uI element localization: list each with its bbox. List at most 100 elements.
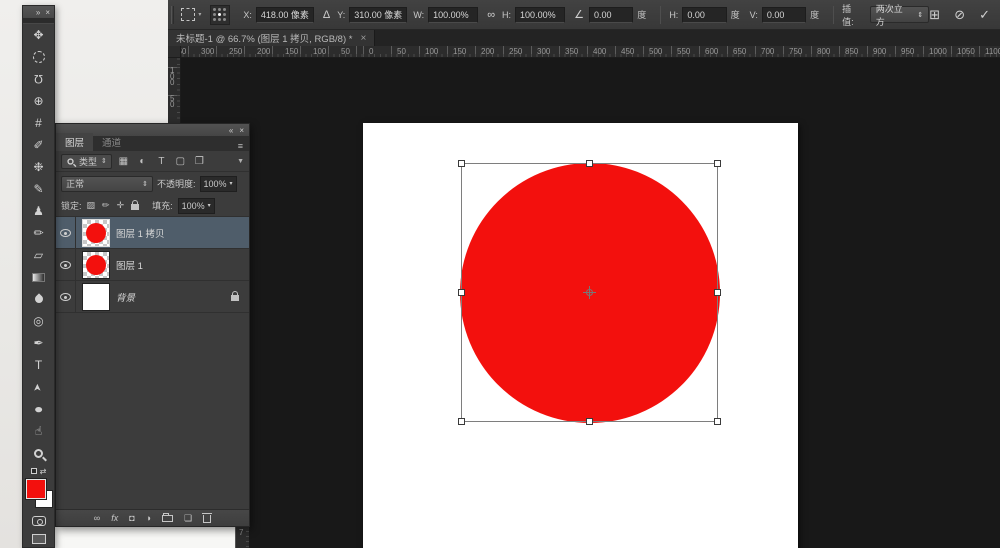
blend-mode-select[interactable]: 正常 ⇕	[61, 176, 153, 192]
y-input[interactable]: 310.00 像素	[349, 7, 407, 23]
filter-pixel-layers-icon[interactable]: ▦	[117, 156, 130, 167]
maintain-aspect-ratio-icon[interactable]: ∞	[487, 9, 495, 21]
relative-position-icon[interactable]: Δ	[323, 9, 330, 21]
swap-colors-icon[interactable]: ⇄	[40, 467, 47, 476]
transform-handle-middle-right[interactable]	[714, 289, 721, 296]
quick-selection-tool[interactable]: ⊕	[23, 90, 54, 112]
layer-thumbnail[interactable]	[83, 284, 109, 310]
transform-handle-bottom-left[interactable]	[458, 418, 465, 425]
layer-filter-row: 类型 ⇕ ▦ ◐ T ▢ ❐ ▼	[56, 151, 249, 172]
layer-visibility-toggle[interactable]	[56, 281, 76, 313]
transform-reference-point[interactable]	[586, 289, 593, 296]
ellipse-tool[interactable]: ●	[23, 398, 54, 420]
tab-layers[interactable]: 图层	[56, 133, 93, 151]
link-layers-icon[interactable]: ∞	[94, 513, 100, 523]
tool-preset-dropdown-icon[interactable]: ▾	[198, 11, 201, 18]
eye-icon	[60, 229, 71, 237]
panel-close-icon[interactable]: ×	[45, 8, 50, 17]
zoom-tool[interactable]	[23, 442, 54, 464]
hskew-input[interactable]: 0.00	[682, 7, 726, 23]
width-input[interactable]: 100.00%	[428, 7, 478, 23]
layer-row[interactable]: 背景	[56, 281, 249, 313]
fill-select[interactable]: 100% ▾	[178, 198, 215, 214]
transform-handle-bottom-right[interactable]	[714, 418, 721, 425]
hand-tool[interactable]: ☝	[23, 420, 54, 442]
clone-stamp-tool[interactable]: ♟	[23, 200, 54, 222]
lock-position-icon[interactable]: ✛	[117, 200, 125, 211]
transform-handle-top-middle[interactable]	[586, 160, 593, 167]
foreground-color-swatch[interactable]	[26, 479, 46, 499]
layer-row[interactable]: 图层 1	[56, 249, 249, 281]
healing-brush-tool[interactable]: ❉	[23, 156, 54, 178]
panel-collapse-icon[interactable]: »	[36, 8, 40, 17]
brush-tool[interactable]: ✎	[23, 178, 54, 200]
filter-toggle-icon[interactable]: ▼	[237, 158, 244, 165]
move-tool[interactable]: ✥	[23, 24, 54, 46]
transform-bounding-box[interactable]	[461, 163, 718, 422]
filter-shape-layers-icon[interactable]: ▢	[174, 156, 187, 167]
history-brush-tool[interactable]: ✏	[23, 222, 54, 244]
lock-all-icon[interactable]	[131, 204, 139, 210]
cancel-transform-icon[interactable]: ⊘	[954, 7, 965, 23]
quick-mask-button[interactable]	[23, 512, 54, 530]
default-colors-icon[interactable]	[31, 468, 37, 474]
eraser-tool[interactable]: ▱	[23, 244, 54, 266]
layer-visibility-toggle[interactable]	[56, 217, 76, 249]
new-group-icon[interactable]	[162, 515, 173, 522]
delete-layer-icon[interactable]	[203, 515, 211, 523]
adjustment-layer-icon[interactable]: ◑	[146, 513, 151, 523]
quick-mask-icon	[32, 516, 46, 526]
document-tab[interactable]: 未标题-1 @ 66.7% (图层 1 拷贝, RGB/8) * ×	[168, 30, 375, 46]
path-selection-tool-icon: ➤	[33, 383, 44, 391]
tab-close-icon[interactable]: ×	[360, 33, 366, 44]
lock-paint-icon[interactable]: ✏	[102, 200, 110, 211]
dodge-tool[interactable]: ◎	[23, 310, 54, 332]
reference-point-locator[interactable]	[210, 5, 230, 25]
screen-mode-button[interactable]	[23, 530, 54, 548]
filter-type-layers-icon[interactable]: T	[155, 156, 168, 167]
ruler-label: 50	[397, 47, 406, 56]
crop-tool[interactable]: #	[23, 112, 54, 134]
layer-row[interactable]: 图层 1 拷贝	[56, 217, 249, 249]
warp-mode-toggle-icon[interactable]: ⊞	[929, 7, 940, 23]
layer-thumbnail[interactable]	[83, 220, 109, 246]
panel-collapse-icon[interactable]: «	[229, 126, 233, 135]
eyedropper-tool[interactable]: ✐	[23, 134, 54, 156]
transform-handle-middle-left[interactable]	[458, 289, 465, 296]
type-tool[interactable]: T	[23, 354, 54, 376]
vskew-input[interactable]: 0.00	[762, 7, 806, 23]
lock-transparent-pixels-icon[interactable]: ▨	[87, 200, 96, 211]
interpolation-select[interactable]: 两次立方 ⇕	[870, 6, 930, 23]
ruler-label: 950	[901, 47, 914, 56]
document-canvas[interactable]	[363, 123, 798, 548]
filter-smart-objects-icon[interactable]: ❐	[193, 156, 206, 167]
transform-handle-top-left[interactable]	[458, 160, 465, 167]
transform-handle-top-right[interactable]	[714, 160, 721, 167]
new-layer-icon[interactable]: ❏	[184, 513, 192, 524]
panel-close-icon[interactable]: ×	[239, 126, 244, 135]
pen-tool[interactable]: ✒	[23, 332, 54, 354]
interpolation-label: 插值:	[842, 2, 862, 28]
elliptical-marquee-tool[interactable]	[23, 46, 54, 68]
opacity-select[interactable]: 100% ▾	[200, 176, 237, 192]
height-input[interactable]: 100.00%	[515, 7, 565, 23]
layer-thumbnail[interactable]	[83, 252, 109, 278]
ruler-label: 1 0 0	[170, 68, 178, 86]
path-selection-tool[interactable]: ➤	[23, 376, 54, 398]
layer-visibility-toggle[interactable]	[56, 249, 76, 281]
gradient-tool[interactable]	[23, 266, 54, 288]
add-layer-mask-icon[interactable]: ◘	[129, 513, 134, 523]
x-input[interactable]: 418.00 像素	[256, 7, 314, 23]
transform-handle-bottom-middle[interactable]	[586, 418, 593, 425]
layer-effects-icon[interactable]: fx	[111, 513, 118, 523]
lasso-tool[interactable]: Ω	[23, 68, 54, 90]
rotation-input[interactable]: 0.00	[589, 7, 633, 23]
filter-type-select[interactable]: 类型 ⇕	[61, 154, 112, 169]
tab-channels[interactable]: 通道	[93, 133, 130, 151]
panel-menu-icon[interactable]: ≡	[238, 141, 249, 151]
commit-transform-icon[interactable]: ✓	[979, 7, 990, 23]
swap-colors-row[interactable]: ⇄	[23, 464, 54, 478]
options-bar-grip	[171, 6, 174, 24]
blur-tool[interactable]	[23, 288, 54, 310]
filter-adjustment-layers-icon[interactable]: ◐	[136, 156, 149, 167]
